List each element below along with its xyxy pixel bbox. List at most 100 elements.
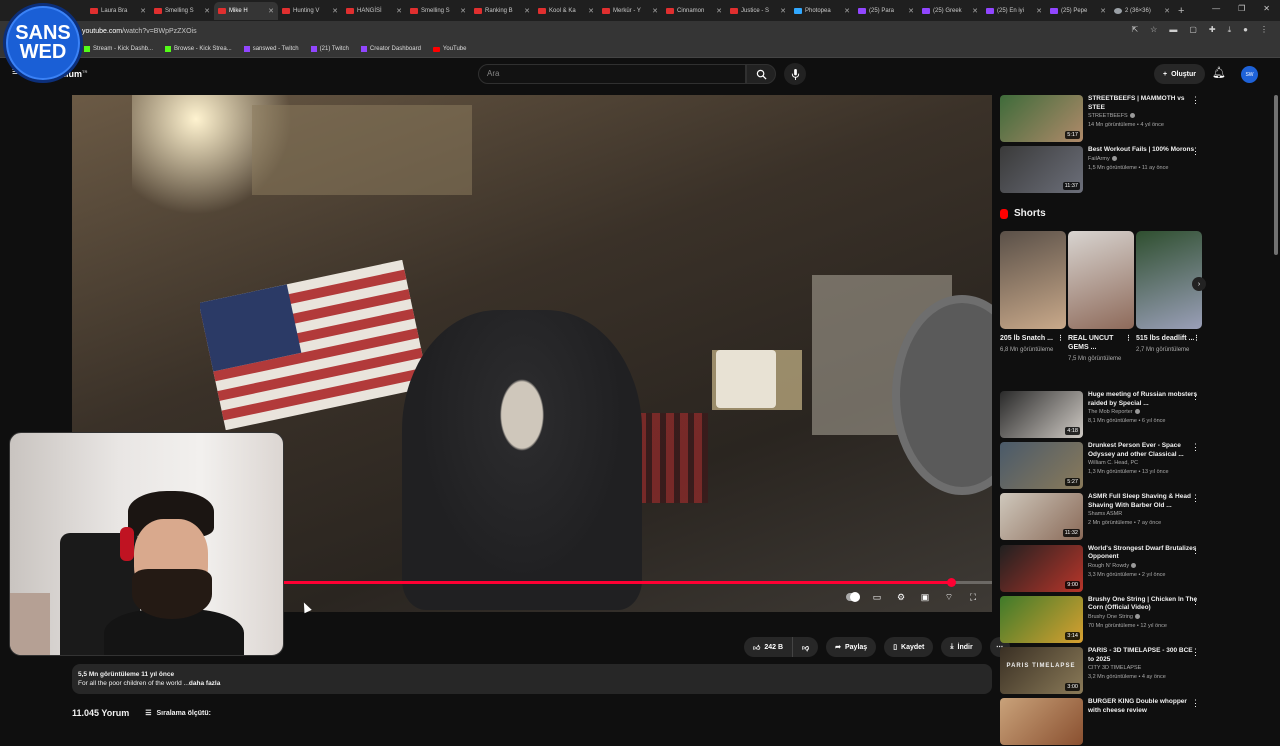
video-thumbnail[interactable]: 5:17 — [1000, 95, 1083, 142]
more-options-icon[interactable]: ⋮ — [1191, 698, 1200, 709]
notifications-bell-icon[interactable]: 🔔︎ — [1212, 66, 1226, 79]
cast-icon[interactable]: ⌔ — [942, 591, 956, 603]
video-thumbnail[interactable] — [1000, 698, 1083, 746]
browser-menu-icon[interactable]: ⋮ — [1260, 25, 1268, 35]
more-options-icon[interactable]: ⋮ — [1191, 146, 1200, 157]
video-title[interactable]: PARIS - 3D TIMELAPSE - 300 BCE to 2025 — [1088, 647, 1198, 664]
more-options-icon[interactable]: ⋮ — [1191, 493, 1200, 504]
browser-tab[interactable]: (25) Para ✕ — [854, 2, 918, 20]
close-window-icon[interactable]: ✕ — [1263, 4, 1270, 13]
show-more-link[interactable]: daha fazla — [189, 680, 220, 687]
browser-tab[interactable]: Hunting V ✕ — [278, 2, 342, 20]
account-avatar[interactable]: SW — [1241, 66, 1258, 83]
more-options-icon[interactable]: ⋮ — [1191, 95, 1200, 106]
voice-search-button[interactable] — [784, 63, 806, 85]
video-thumbnail[interactable]: PARIS TIMELAPSE 3:00 — [1000, 647, 1083, 694]
short-thumbnail[interactable] — [1068, 231, 1134, 329]
video-title[interactable]: Brushy One String | Chicken In The Corn … — [1088, 596, 1198, 613]
bookmark-item[interactable]: Browse - Kick Strea... — [165, 46, 232, 52]
miniplayer-icon[interactable]: ▣ — [918, 591, 932, 603]
video-thumbnail[interactable]: 11:32 — [1000, 493, 1083, 541]
video-title[interactable]: Huge meeting of Russian mobsters raided … — [1088, 391, 1198, 408]
recommended-video[interactable]: PARIS TIMELAPSE 3:00 PARIS - 3D TIMELAPSE … — [1000, 647, 1210, 695]
close-tab-icon[interactable]: ✕ — [524, 7, 530, 15]
close-tab-icon[interactable]: ✕ — [460, 7, 466, 15]
recommended-video[interactable]: 5:27 Drunkest Person Ever - Space Odyssey… — [1000, 442, 1210, 490]
channel-name[interactable]: Shams ASMR — [1088, 510, 1198, 519]
video-title[interactable]: World's Strongest Dwarf Brutalizes Oppon… — [1088, 545, 1198, 562]
save-button[interactable]: ▯ Kaydet — [884, 637, 934, 657]
subtitles-icon[interactable]: ▭ — [870, 591, 884, 603]
browser-tab[interactable]: Ranking B ✕ — [470, 2, 534, 20]
close-tab-icon[interactable]: ✕ — [716, 7, 722, 15]
more-options-icon[interactable]: ⋮ — [1191, 442, 1200, 453]
recommended-video[interactable]: 3:14 Brushy One String | Chicken In The C… — [1000, 595, 1210, 644]
recommended-video[interactable]: 11:37 Best Workout Fails | 100% Morons Fai… — [1000, 146, 1210, 194]
download-icon[interactable]: ⤓ — [1228, 25, 1232, 35]
puzzle-icon[interactable]: ✚ — [1209, 25, 1216, 35]
install-icon[interactable]: ⇱ — [1131, 25, 1138, 35]
browser-tab[interactable]: Merkür - Y ✕ — [598, 2, 662, 20]
autoplay-toggle[interactable] — [846, 591, 860, 603]
browser-tab[interactable]: (25) Pepe ✕ — [1046, 2, 1110, 20]
short-item[interactable]: 515 lbs deadlift ... ⋮ 2,7 Mn görüntüleme — [1136, 231, 1202, 364]
video-title[interactable]: STREETBEEFS | MAMMOTH vs STEE — [1088, 95, 1198, 112]
close-tab-icon[interactable]: ✕ — [1036, 7, 1042, 15]
new-tab-button[interactable]: + — [1178, 5, 1184, 17]
progress-scrubber[interactable] — [946, 578, 956, 587]
more-options-icon[interactable]: ⋮ — [1057, 334, 1064, 343]
profile-icon[interactable]: ● — [1243, 25, 1248, 35]
browser-tab[interactable]: Mike H ✕ — [214, 1, 278, 20]
settings-gear-icon[interactable]: ⚙ — [894, 591, 908, 603]
close-tab-icon[interactable]: ✕ — [1164, 7, 1170, 15]
close-tab-icon[interactable]: ✕ — [1100, 7, 1106, 15]
browser-tab[interactable]: Kool & Ka ✕ — [534, 2, 598, 20]
browser-tab[interactable]: (25) Greek ✕ — [918, 2, 982, 20]
short-thumbnail[interactable] — [1000, 231, 1066, 329]
bookmark-item[interactable]: Stream - Kick Dashb... — [84, 46, 153, 52]
short-item[interactable]: 205 lb Snatch ... ⋮ 6,8 Mn görüntüleme — [1000, 231, 1066, 364]
short-title[interactable]: 515 lbs deadlift ... ⋮ — [1136, 334, 1202, 343]
close-tab-icon[interactable]: ✕ — [972, 7, 978, 15]
video-title[interactable]: Best Workout Fails | 100% Morons — [1088, 146, 1198, 155]
search-button[interactable] — [746, 64, 776, 84]
close-tab-icon[interactable]: ✕ — [908, 7, 914, 15]
bookmark-star-icon[interactable]: ☆ — [1150, 25, 1157, 35]
more-options-icon[interactable]: ⋮ — [1191, 391, 1200, 402]
more-options-icon[interactable]: ⋮ — [1125, 334, 1132, 343]
browser-tab[interactable]: Laura Bra ✕ — [86, 2, 150, 20]
channel-name[interactable]: STREETBEEFS — [1088, 112, 1198, 121]
close-tab-icon[interactable]: ✕ — [844, 7, 850, 15]
like-button[interactable]: 👍︎ 242 B — [744, 637, 794, 657]
close-tab-icon[interactable]: ✕ — [268, 7, 274, 15]
browser-tab[interactable]: Cinnamon ✕ — [662, 2, 726, 20]
channel-name[interactable]: Brushy One String — [1088, 613, 1198, 622]
minimize-icon[interactable]: — — [1212, 4, 1220, 13]
video-thumbnail[interactable]: 3:14 — [1000, 595, 1083, 643]
more-options-icon[interactable]: ⋮ — [1191, 596, 1200, 607]
more-options-icon[interactable]: ⋮ — [1191, 545, 1200, 556]
create-button[interactable]: + Oluştur — [1154, 64, 1205, 84]
video-title[interactable]: BURGER KING Double whopper with cheese r… — [1088, 698, 1198, 715]
browser-tab[interactable]: Smelling S ✕ — [406, 2, 470, 20]
maximize-icon[interactable]: ❐ — [1238, 4, 1245, 13]
channel-name[interactable]: Rough N' Rowdy — [1088, 562, 1198, 571]
close-tab-icon[interactable]: ✕ — [652, 7, 658, 15]
recommended-video[interactable]: 9:00 World's Strongest Dwarf Brutalizes O… — [1000, 544, 1210, 593]
bookmark-item[interactable]: (21) Twitch — [310, 46, 349, 52]
screenshot-icon[interactable]: ▢ — [1189, 25, 1197, 35]
browser-tab[interactable]: 2 (36×36) ✕ — [1110, 2, 1174, 20]
page-scrollbar[interactable] — [1274, 95, 1278, 255]
shorts-next-button[interactable]: › — [1192, 277, 1206, 291]
video-title[interactable]: Drunkest Person Ever - Space Odyssey and… — [1088, 442, 1198, 459]
browser-tab[interactable]: Photopea ✕ — [790, 2, 854, 20]
fullscreen-icon[interactable]: ⛶ — [966, 591, 980, 603]
close-tab-icon[interactable]: ✕ — [332, 7, 338, 15]
recommended-video[interactable]: 5:17 STREETBEEFS | MAMMOTH vs STEE STREETB… — [1000, 95, 1210, 143]
short-title[interactable]: REAL UNCUT GEMS ... ⋮ — [1068, 334, 1134, 352]
channel-name[interactable]: CITY 3D TIMELAPSE — [1088, 664, 1198, 673]
browser-tab[interactable]: Justice - S ✕ — [726, 2, 790, 20]
video-description[interactable]: 5,5 Mn görüntüleme 11 yıl önce For all t… — [72, 664, 992, 694]
recommended-video[interactable]: 11:32 ASMR Full Sleep Shaving & Head Shav… — [1000, 493, 1210, 541]
bookmark-item[interactable]: Creator Dashboard — [360, 46, 421, 52]
